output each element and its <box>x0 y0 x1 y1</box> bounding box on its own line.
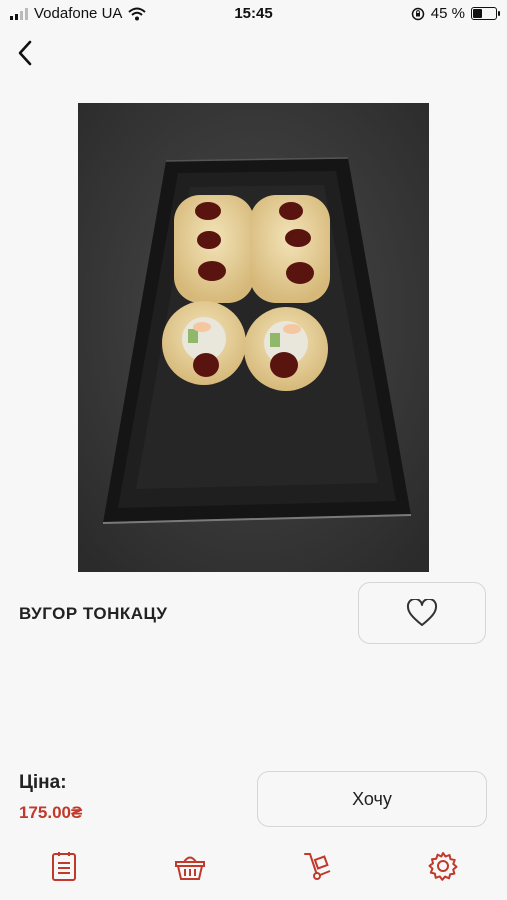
battery-percent: 45 % <box>430 5 465 22</box>
tab-basket[interactable] <box>170 846 210 886</box>
orientation-lock-icon <box>411 7 425 20</box>
favorite-button[interactable] <box>358 582 486 644</box>
price-value: 175.00₴ <box>19 803 83 822</box>
chevron-left-icon <box>18 40 32 66</box>
back-button[interactable] <box>10 36 40 70</box>
status-right: 45 % <box>411 5 500 22</box>
tab-bar <box>0 840 507 890</box>
basket-icon <box>175 856 205 880</box>
delivery-cart-icon <box>304 853 331 880</box>
battery-icon <box>471 7 500 20</box>
price-label: Ціна: <box>19 772 67 793</box>
product-title: ВУГОР ТОНКАЦУ <box>19 604 168 623</box>
tab-settings[interactable] <box>423 846 463 886</box>
settings-gear-icon <box>428 852 458 881</box>
heart-outline-icon <box>406 599 438 626</box>
tab-delivery[interactable] <box>297 846 337 886</box>
status-bar: Vodafone UA 15:45 45 % <box>0 0 507 28</box>
sushi-illustration <box>78 103 429 572</box>
menu-list-icon <box>52 852 76 881</box>
want-button[interactable]: Хочу <box>257 771 487 827</box>
tab-menu[interactable] <box>44 846 84 886</box>
product-photo <box>78 103 429 572</box>
